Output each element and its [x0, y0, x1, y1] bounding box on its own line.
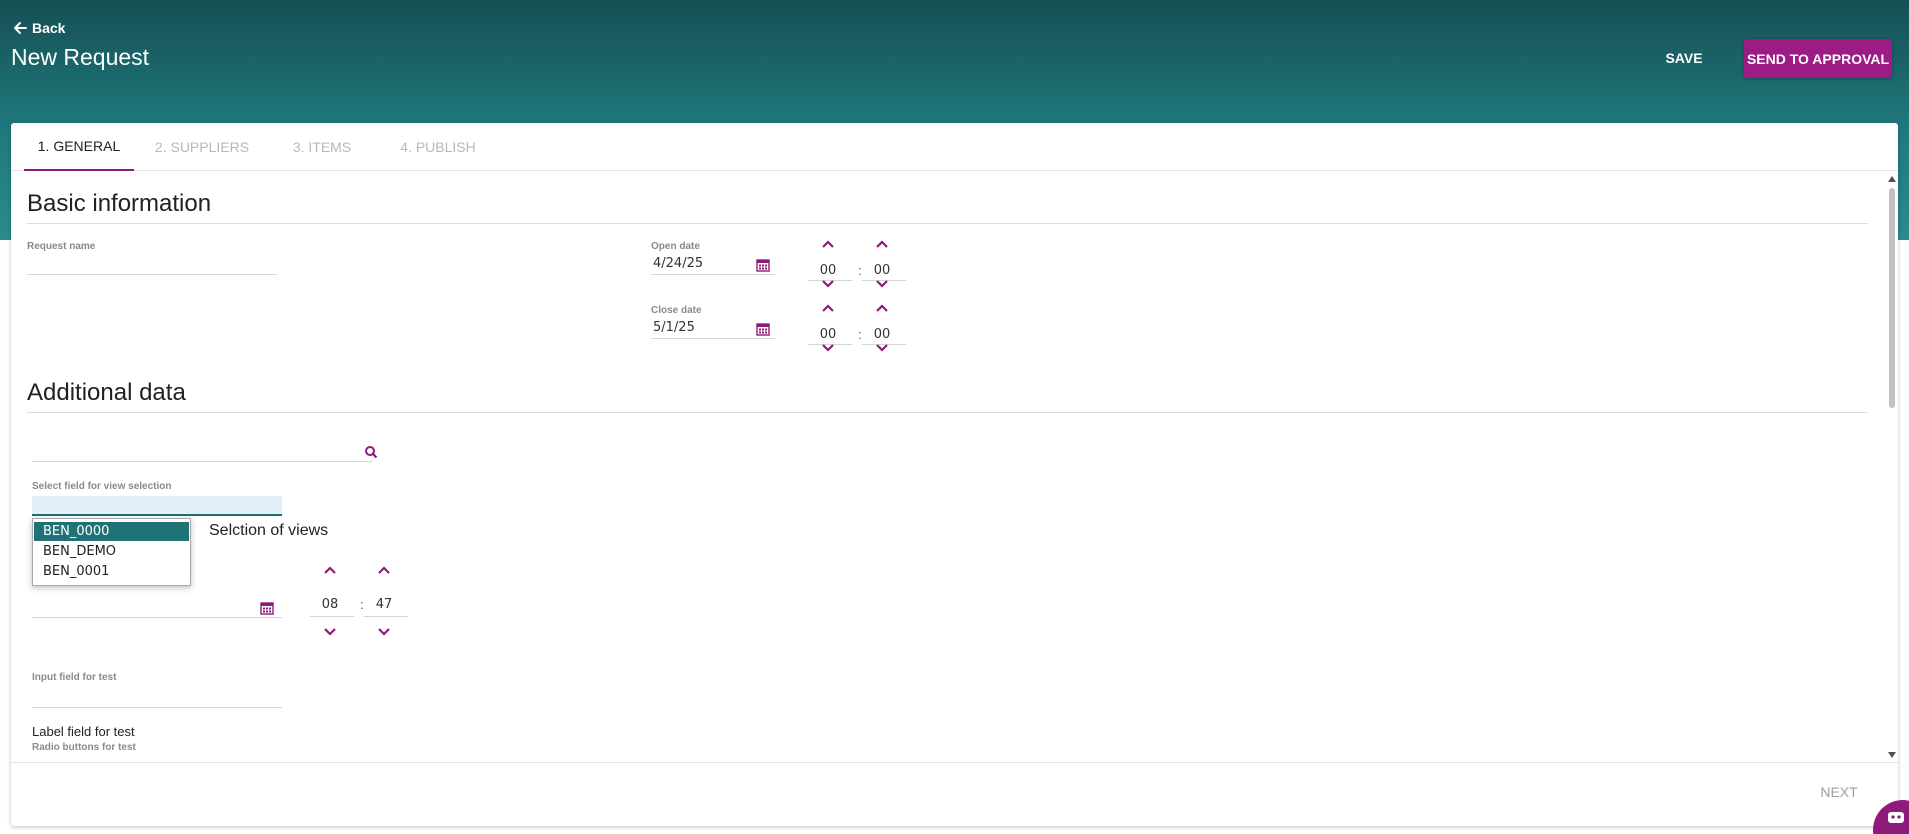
page-title: New Request: [11, 44, 150, 70]
test-input-label: Input field for test: [32, 672, 117, 683]
additional-time-picker: 08 : 47: [310, 564, 416, 638]
chevron-up-icon[interactable]: [874, 302, 890, 314]
section-divider: [27, 412, 1868, 413]
footer-divider: [11, 762, 1898, 763]
calendar-icon[interactable]: [756, 322, 770, 336]
minute-underline: [364, 616, 408, 617]
open-date-input[interactable]: 4/24/25: [653, 256, 743, 271]
tab-bar: 1. GENERAL 2. SUPPLIERS 3. ITEMS 4. PUBL…: [11, 123, 1898, 171]
save-button[interactable]: SAVE: [1655, 40, 1713, 76]
close-date-input[interactable]: 5/1/25: [653, 320, 743, 335]
chevron-down-icon[interactable]: [874, 278, 890, 290]
test-input-underline: [32, 707, 282, 708]
request-name-input[interactable]: [27, 252, 277, 270]
scroll-down-arrow-icon[interactable]: [1888, 752, 1896, 758]
tab-items[interactable]: 3. ITEMS: [287, 123, 357, 171]
arrow-left-icon: [14, 22, 27, 34]
chevron-up-icon[interactable]: [322, 564, 338, 576]
radio-buttons-label: Radio buttons for test: [32, 742, 136, 753]
test-label-field: Label field for test: [32, 724, 135, 739]
close-minute-value[interactable]: 00: [862, 327, 902, 342]
request-card: 1. GENERAL 2. SUPPLIERS 3. ITEMS 4. PUBL…: [11, 123, 1898, 826]
chevron-down-icon[interactable]: [376, 626, 392, 638]
basic-info-title: Basic information: [27, 190, 212, 217]
close-time-picker: 00 : 00: [808, 302, 914, 376]
open-date-label: Open date: [651, 241, 700, 252]
open-date-underline: [651, 274, 775, 275]
hour-underline: [310, 616, 354, 617]
back-link[interactable]: Back: [13, 20, 65, 36]
close-hour-value[interactable]: 00: [808, 327, 848, 342]
chevron-up-icon[interactable]: [874, 238, 890, 250]
chevron-up-icon[interactable]: [376, 564, 392, 576]
dropdown-option-ben-0000[interactable]: BEN_0000: [34, 522, 189, 541]
search-underline: [32, 461, 372, 462]
additional-date-input[interactable]: [32, 600, 262, 618]
chevron-up-icon[interactable]: [820, 302, 836, 314]
robot-icon: [1888, 812, 1904, 823]
tab-suppliers[interactable]: 2. SUPPLIERS: [153, 123, 251, 171]
test-input-field[interactable]: [32, 684, 282, 702]
view-select-dropdown: BEN_0000 BEN_DEMO BEN_0001: [32, 518, 191, 586]
scroll-up-arrow-icon[interactable]: [1888, 176, 1896, 182]
search-icon[interactable]: [364, 445, 378, 459]
next-button[interactable]: NEXT: [1809, 777, 1869, 807]
chevron-down-icon[interactable]: [820, 278, 836, 290]
additional-data-title: Additional data: [27, 379, 186, 406]
general-content: Basic information Request name Open date…: [11, 172, 1898, 762]
request-name-label: Request name: [27, 241, 96, 252]
request-name-underline: [27, 274, 277, 275]
open-hour-value[interactable]: 00: [808, 263, 848, 278]
open-minute-value[interactable]: 00: [862, 263, 902, 278]
content-scrollbar[interactable]: [1886, 172, 1898, 762]
additional-date-underline: [32, 617, 282, 618]
dropdown-option-ben-demo[interactable]: BEN_DEMO: [34, 542, 189, 561]
send-to-approval-button[interactable]: SEND TO APPROVAL: [1744, 39, 1892, 78]
tab-general[interactable]: 1. GENERAL: [24, 123, 134, 171]
back-label: Back: [32, 20, 66, 36]
additional-hour-value[interactable]: 08: [310, 597, 350, 612]
calendar-icon[interactable]: [756, 258, 770, 272]
view-select-field[interactable]: [32, 496, 282, 516]
view-select-label: Select field for view selection: [32, 481, 172, 492]
section-divider: [27, 223, 1868, 224]
open-time-picker: 00 : 00: [808, 238, 914, 312]
close-date-underline: [651, 338, 775, 339]
chevron-down-icon[interactable]: [820, 342, 836, 354]
search-input[interactable]: [32, 442, 362, 460]
calendar-icon[interactable]: [260, 601, 274, 615]
additional-minute-value[interactable]: 47: [364, 597, 404, 612]
dropdown-option-ben-0001[interactable]: BEN_0001: [34, 562, 189, 581]
chevron-up-icon[interactable]: [820, 238, 836, 250]
chevron-down-icon[interactable]: [322, 626, 338, 638]
close-date-label: Close date: [651, 305, 702, 316]
views-title: Selction of views: [209, 522, 329, 539]
chevron-down-icon[interactable]: [874, 342, 890, 354]
tab-publish[interactable]: 4. PUBLISH: [393, 123, 483, 171]
scroll-thumb[interactable]: [1889, 188, 1895, 408]
